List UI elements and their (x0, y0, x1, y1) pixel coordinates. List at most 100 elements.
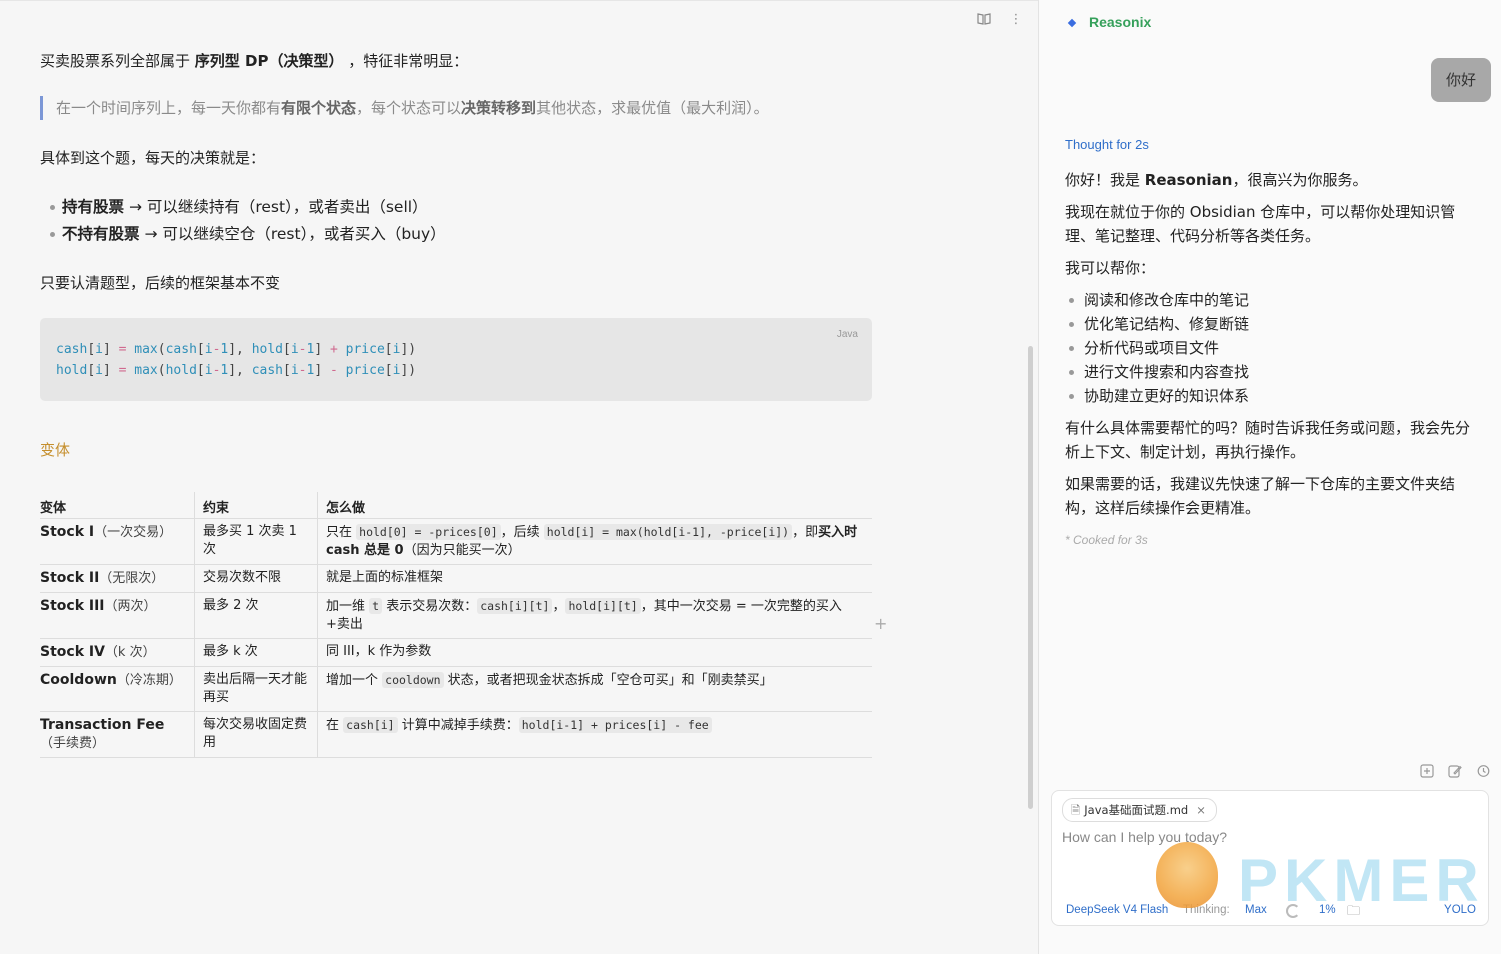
variant-name: Stock III (40, 598, 105, 614)
intro-bold: 序列型 DP（决策型） (194, 52, 344, 70)
more-vertical-icon[interactable]: ⋮ (1008, 12, 1024, 28)
inline-code: hold[0] = -prices[0] (356, 524, 501, 540)
context-usage: 1% (1319, 904, 1336, 916)
thinking-label: Thinking: (1183, 904, 1230, 916)
reply-greeting: 你好！我是 Reasonian，很高兴为你服务。 (1065, 168, 1475, 192)
quote-text-3: 其他状态，求最优值（最大利润）。 (536, 99, 769, 117)
table-header-cell: 怎么做 (317, 492, 872, 519)
constraint-cell: 最多买 1 次卖 1 次 (194, 518, 318, 565)
table-row: Stock II（无限次） 交易次数不限 就是上面的标准框架 (40, 564, 872, 593)
thinking-level-selector[interactable]: Max (1245, 904, 1267, 916)
list-item: 优化笔记结构、修复断链 (1065, 312, 1475, 336)
approach-cell: 增加一个 cooldown 状态，或者把现金状态拆成「空仓可买」和「刚卖禁买」 (317, 666, 872, 712)
list-item-text: 阅读和修改仓库中的笔记 (1084, 291, 1250, 309)
reply-paragraph: 我可以帮你： (1065, 259, 1156, 277)
cell-text: 增加一个 (326, 673, 383, 688)
model-selector[interactable]: DeepSeek V4 Flash (1066, 904, 1168, 916)
constraint-cell: 最多 k 次 (194, 638, 318, 667)
cell-text: ，后续 (500, 525, 544, 540)
list-item-bold: 持有股票 (62, 198, 125, 216)
list-item: 进行文件搜索和内容查找 (1065, 360, 1475, 384)
book-open-icon[interactable] (976, 12, 992, 28)
approach-cell: 在 cash[i] 计算中减掉手续费： hold[i-1] + prices[i]… (317, 711, 872, 758)
inline-code: t (369, 598, 383, 614)
daily-decision-paragraph: 具体到这个题，每天的决策就是： (40, 149, 266, 167)
code-lines: cash[i] = max(cash[i-1], hold[i-1] + pri… (56, 339, 416, 381)
view-actions: ⋮ (976, 12, 1024, 28)
history-icon[interactable] (1475, 764, 1491, 780)
reply-list: 阅读和修改仓库中的笔记 优化笔记结构、修复断链 分析代码或项目文件 进行文件搜索… (1065, 288, 1475, 408)
cell-text: 状态，或者把现金状态拆成「空仓可买」和「刚卖禁买」 (443, 673, 773, 688)
code-line: cash[i] = max(cash[i-1], hold[i-1] + pri… (56, 342, 417, 357)
list-item-bold: 不持有股票 (62, 225, 140, 243)
chat-composer[interactable]: 🗎 Java基础面试题.md × How can I help you today?… (1051, 790, 1489, 926)
cell-text: （因为只能买一次） (403, 543, 521, 558)
folder-icon[interactable]: 🗀 (1347, 902, 1360, 924)
inline-code: cash[i] (343, 717, 398, 733)
mode-selector[interactable]: YOLO (1444, 904, 1476, 916)
inline-code: cooldown (382, 672, 444, 688)
table-row: Cooldown（冷冻期） 卖出后隔一天才能再买 增加一个 cooldown 状态，… (40, 666, 872, 712)
bullet-dot (50, 205, 55, 210)
variant-sub: （冷冻期） (116, 673, 182, 688)
table-header-row: 变体 约束 怎么做 (40, 492, 872, 519)
variant-sub: （手续费） (40, 736, 106, 751)
table-header-cell: 变体 (40, 492, 195, 519)
table-row: Stock I（一次交易） 最多买 1 次卖 1 次只在 hold[0] = -p… (40, 518, 872, 565)
file-chip-label: Java基础面试题.md (1084, 803, 1189, 817)
close-icon[interactable]: × (1196, 803, 1206, 817)
variant-name: Stock II (40, 570, 100, 586)
app-title: Reasonix (1069, 14, 1151, 30)
framework-paragraph: 只要认清题型，后续的框架基本不变 (40, 274, 281, 292)
approach-cell: 同 III，k 作为参数 (317, 638, 872, 667)
variant-name-cell: Stock II（无限次） (40, 564, 195, 593)
variant-name: Transaction Fee (40, 717, 165, 733)
variant-sub: （k 次） (104, 645, 156, 660)
code-block[interactable]: Java cash[i] = max(cash[i-1], hold[i-1] … (40, 318, 872, 401)
chat-input[interactable]: How can I help you today? (1062, 829, 1227, 845)
list-item: 阅读和修改仓库中的笔记 (1065, 288, 1475, 312)
add-column-plus-icon[interactable]: + (874, 614, 887, 633)
table-row: Stock IV（k 次） 最多 k 次同 III，k 作为参数 (40, 638, 872, 667)
app-name: Reasonix (1089, 14, 1152, 30)
new-chat-icon[interactable] (1419, 764, 1435, 780)
table-header-cell: 约束 (194, 492, 318, 519)
list-item: 不持有股票 → 可以继续空仓（rest），或者买入（buy） (50, 221, 446, 248)
bullet-dot (1069, 394, 1074, 399)
cell-text: ， (552, 599, 566, 614)
list-item: 分析代码或项目文件 (1065, 336, 1475, 360)
greeting-suffix: ，很高兴为你服务。 (1232, 171, 1368, 189)
cell-text: 表示交易次数： (382, 599, 478, 614)
assistant-reply: 你好！我是 Reasonian，很高兴为你服务。 我现在就位于你的 Obsidi… (1065, 168, 1475, 528)
cell-text: 就是上面的标准框架 (326, 570, 444, 585)
greeting-bold: Reasonian (1144, 171, 1233, 189)
thought-toggle[interactable]: Thought for 2s (1065, 137, 1149, 152)
variant-name: Stock I (40, 524, 95, 540)
pane-top-divider (0, 0, 1038, 1)
quote-text-1: 在一个时间序列上，每一天你都有 (56, 99, 282, 117)
greeting-prefix: 你好！我是 (1065, 171, 1145, 189)
quote-text-2: ，每个状态可以 (356, 99, 462, 117)
file-icon: 🗎 (1071, 803, 1081, 817)
chat-toolbar (1419, 764, 1491, 780)
note-scrollbar[interactable] (1028, 346, 1033, 809)
quote-bold-1: 有限个状态 (281, 99, 357, 117)
constraint-cell: 卖出后隔一天才能再买 (194, 666, 318, 712)
cell-text: 计算中减掉手续费： (397, 718, 519, 733)
composer-status-bar: DeepSeek V4 Flash Thinking: Max 1% 🗀 YOL… (1066, 903, 1476, 920)
variant-name: Stock IV (40, 644, 105, 660)
bullet-dot (1069, 370, 1074, 375)
edit-icon[interactable] (1447, 764, 1463, 780)
list-item-text: → 可以继续空仓（rest），或者买入（buy） (139, 225, 446, 243)
inline-code: hold[i][t] (565, 598, 641, 614)
variant-name-cell: Stock IV（k 次） (40, 638, 195, 667)
variant-sub: （无限次） (99, 571, 165, 586)
bullet-dot (1069, 322, 1074, 327)
variant-table: 变体 约束 怎么做 Stock I（一次交易） 最多买 1 次卖 1 次只在 ho… (40, 492, 872, 758)
chat-pane: Reasonix 你好 Thought for 2s 你好！我是 Reasoni… (1038, 0, 1501, 954)
context-file-chip[interactable]: 🗎 Java基础面试题.md × (1062, 798, 1217, 822)
variant-heading: 变体 (40, 441, 71, 459)
note-editor-pane: ⋮ 买卖股票系列全部属于 序列型 DP（决策型） ，特征非常明显： 在一个时间序… (0, 0, 1038, 954)
table-row: Transaction Fee （手续费） 每次交易收固定费用在 cash[i] 计… (40, 711, 872, 758)
variant-name-cell: Stock I（一次交易） (40, 518, 195, 565)
